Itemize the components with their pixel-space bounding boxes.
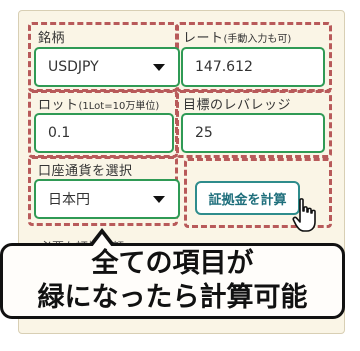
leverage-label: 目標のレバレッジ <box>183 94 291 113</box>
symbol-label-text: 銘柄 <box>38 31 66 46</box>
symbol-label: 銘柄 <box>38 27 65 46</box>
chevron-down-icon <box>153 196 165 203</box>
currency-label-text: 口座通貨を選択 <box>38 164 133 179</box>
instruction-callout: 全ての項目が 緑になったら計算可能 <box>0 243 345 319</box>
lot-label-text: ロット <box>38 98 79 113</box>
calculate-margin-button-label: 証拠金を計算 <box>208 192 287 208</box>
symbol-select-value: USDJPY <box>48 59 99 75</box>
rate-label: レート(手動入力も可) <box>183 27 291 46</box>
rate-input-value: 147.612 <box>195 59 253 75</box>
lot-label: ロット(1Lot=10万単位) <box>38 94 159 113</box>
currency-select[interactable]: 日本円 <box>34 179 180 219</box>
currency-select-value: 日本円 <box>48 192 90 208</box>
lot-input[interactable]: 0.1 <box>34 113 174 153</box>
chevron-down-icon <box>153 64 165 71</box>
leverage-input-value: 25 <box>195 125 213 141</box>
leverage-input[interactable]: 25 <box>181 113 325 153</box>
callout-tail-fill <box>92 234 112 247</box>
callout-line-1: 全ての項目が <box>91 248 254 279</box>
currency-label: 口座通貨を選択 <box>38 160 133 179</box>
symbol-select[interactable]: USDJPY <box>34 47 180 87</box>
callout-line-2: 緑になったら計算可能 <box>37 282 308 313</box>
lot-label-note: (1Lot=10万単位) <box>78 101 160 112</box>
rate-label-note: (手動入力も可) <box>223 34 292 45</box>
calculate-margin-button[interactable]: 証拠金を計算 <box>195 181 300 215</box>
rate-label-text: レート <box>183 31 224 46</box>
leverage-label-text: 目標のレバレッジ <box>183 98 292 113</box>
lot-input-value: 0.1 <box>48 125 71 141</box>
rate-input[interactable]: 147.612 <box>181 47 325 87</box>
pointer-hand-icon <box>292 198 316 232</box>
